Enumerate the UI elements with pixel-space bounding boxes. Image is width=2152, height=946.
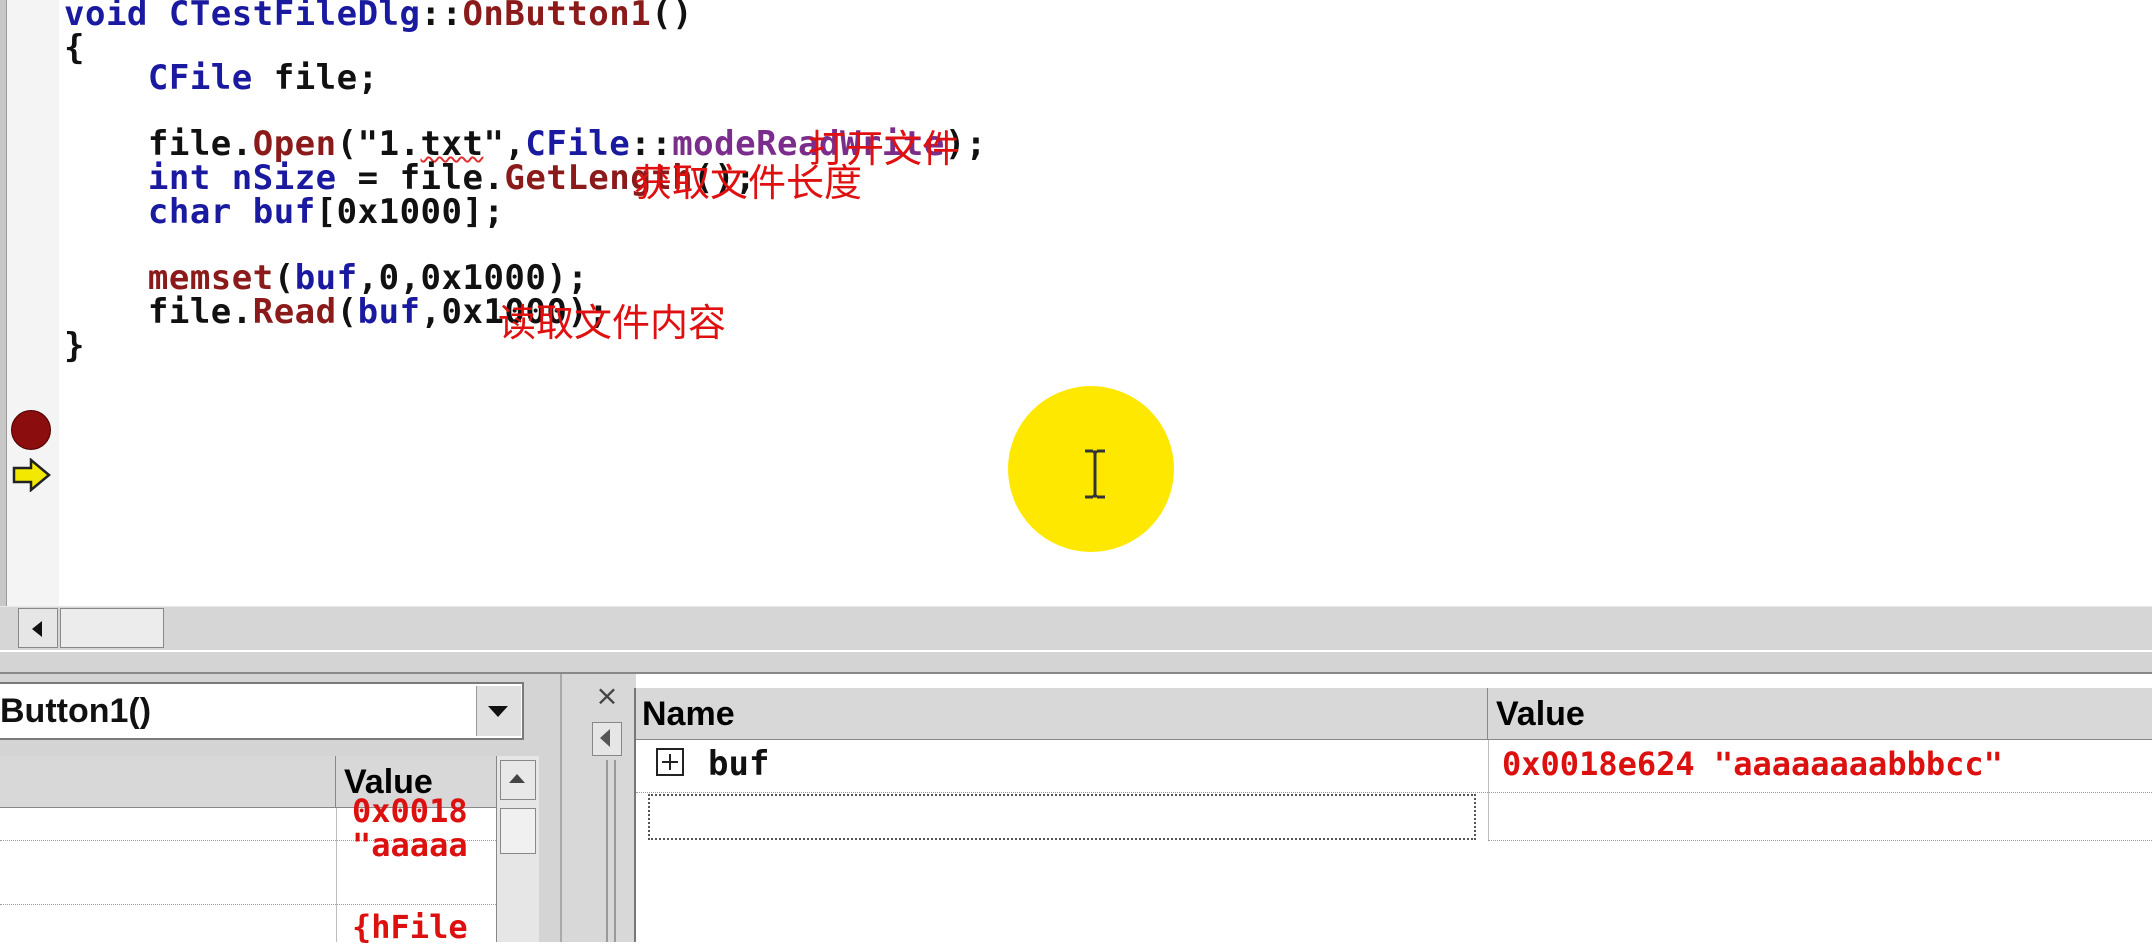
code-token: } [64,326,85,366]
row-divider [0,904,496,905]
gripper-line [614,760,616,942]
variable-value[interactable]: {hFile [352,908,492,946]
code-token: buf [252,192,316,232]
code-token: char [147,192,232,232]
row-divider [1488,840,2152,841]
close-icon[interactable]: × [592,682,622,710]
pane-splitter[interactable] [0,650,2152,674]
variable-value[interactable]: 0x0018 [352,792,492,830]
row-divider [636,792,2152,793]
editor-horizontal-scrollbar[interactable] [0,606,2152,651]
editor-gutter[interactable] [7,0,59,606]
arrow-up-icon [509,774,525,783]
breakpoint-icon[interactable] [11,410,51,450]
code-line[interactable]: char buf[0x1000]; [64,190,504,234]
scroll-thumb[interactable] [60,608,164,648]
annotation-read-content: 读取文件内容 [498,301,727,345]
watch-row-name[interactable]: buf [708,742,769,786]
code-token: :: [420,0,463,34]
watch-value-header[interactable]: Value [1488,688,2152,740]
scroll-thumb[interactable] [500,808,536,854]
code-token: [0x1000]; [315,192,505,232]
column-divider [336,808,337,942]
arrow-left-icon [32,621,42,637]
watch-row-value[interactable]: 0x0018e624 "aaaaaaaabbbcc" [1502,742,2003,786]
code-token: () [651,0,694,34]
code-token: buf [357,292,421,332]
code-token: CTestFileDlg [168,0,421,34]
current-line-arrow-icon [12,458,51,492]
annotation-get-length: 获取文件长度 [634,161,863,205]
plus-box-icon-v [669,754,671,770]
scroll-left-button[interactable] [18,608,58,648]
variable-value[interactable]: "aaaaa [352,826,492,864]
ibeam-cursor-icon [1085,449,1105,499]
code-token: Read [252,292,337,332]
chevron-down-icon [488,706,508,717]
watch-name-header[interactable]: Name [636,688,1488,740]
code-line[interactable]: void CTestFileDlg::OnButton1() [64,0,693,36]
code-token: CFile [147,58,253,98]
code-token: OnButton1 [462,0,652,34]
gripper-line [606,760,608,942]
editor-left-border [0,0,7,606]
watch-pane-handle[interactable] [560,674,636,942]
arrow-left-icon [600,729,610,747]
code-token: file. [64,292,253,332]
context-dropdown-value: Button1() [0,692,152,730]
watch-new-entry-field[interactable] [648,794,1476,840]
code-line[interactable]: CFile file; [64,56,379,100]
column-divider [1488,740,1489,840]
variables-name-header[interactable] [0,756,336,808]
code-line[interactable]: } [64,324,85,368]
code-token: ( [336,292,358,332]
code-token: file; [252,58,379,98]
